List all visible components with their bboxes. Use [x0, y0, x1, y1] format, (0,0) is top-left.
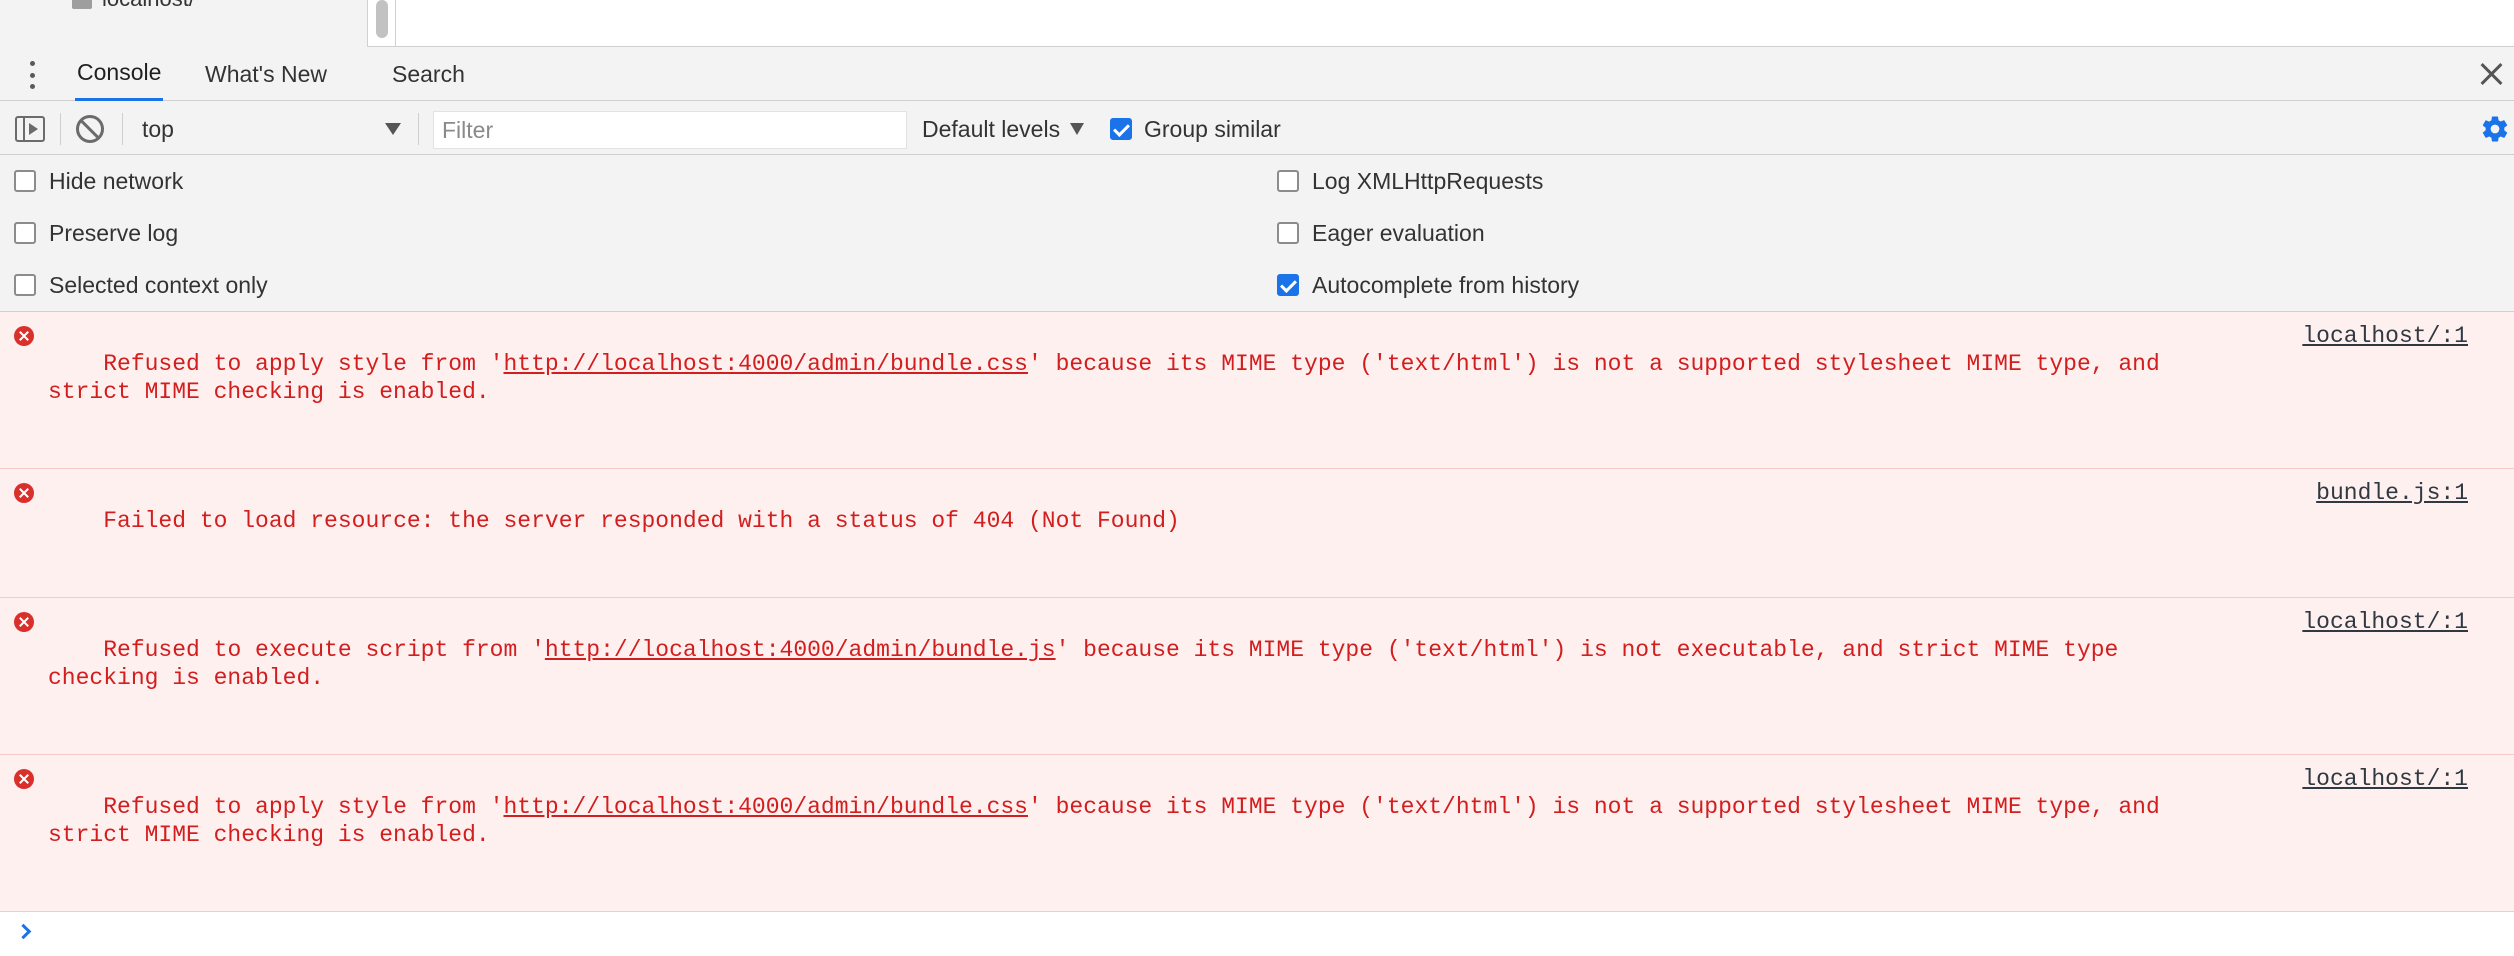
- tree-item[interactable]: localhost/: [72, 0, 195, 12]
- elements-panel-strip: localhost/: [0, 0, 2514, 47]
- console-message-error: Refused to apply style from 'http://loca…: [0, 312, 2514, 469]
- selected-context-label: Selected context only: [49, 271, 268, 298]
- console-input[interactable]: [48, 918, 2448, 950]
- console-message-error: Failed to load resource: the server resp…: [0, 469, 2514, 598]
- log-levels-dropdown[interactable]: Default levels: [922, 109, 1085, 149]
- message-source-link[interactable]: localhost/:1: [2302, 322, 2468, 350]
- hide-network-label: Hide network: [49, 167, 184, 194]
- log-xhr-option[interactable]: Log XMLHttpRequests: [1277, 163, 1543, 199]
- tab-console[interactable]: Console: [75, 47, 164, 101]
- tree-item-label: localhost/: [102, 0, 195, 12]
- message-text: Refused to execute script from ': [103, 637, 545, 663]
- toolbar-divider: [122, 113, 123, 145]
- filter-input[interactable]: [433, 111, 907, 149]
- preserve-log-checkbox[interactable]: [14, 222, 36, 244]
- hide-network-checkbox[interactable]: [14, 170, 36, 192]
- preserve-log-label: Preserve log: [49, 219, 179, 246]
- autocomplete-history-option[interactable]: Autocomplete from history: [1277, 267, 1579, 303]
- group-similar-toggle[interactable]: Group similar: [1110, 109, 1281, 149]
- message-text: Failed to load resource: the server resp…: [103, 508, 1180, 534]
- message-link[interactable]: http://localhost:4000/admin/bundle.css: [503, 351, 1028, 377]
- prompt-chevron-icon: [15, 923, 32, 940]
- toolbar-divider: [60, 113, 61, 145]
- tree-scrollbar[interactable]: [376, 0, 388, 38]
- console-settings-pane: Hide network Preserve log Selected conte…: [0, 155, 2514, 312]
- show-sidebar-icon[interactable]: [15, 116, 45, 142]
- console-toolbar: top Default levels Group similar: [0, 101, 2514, 155]
- pane-divider[interactable]: [395, 0, 396, 47]
- eager-evaluation-checkbox[interactable]: [1277, 222, 1299, 244]
- message-source-link[interactable]: bundle.js:1: [2316, 479, 2468, 507]
- selected-context-checkbox[interactable]: [14, 274, 36, 296]
- hide-network-option[interactable]: Hide network: [14, 163, 183, 199]
- group-similar-checkbox[interactable]: [1110, 118, 1132, 140]
- selected-context-option[interactable]: Selected context only: [14, 267, 268, 303]
- message-link[interactable]: http://localhost:4000/admin/bundle.css: [503, 794, 1028, 820]
- console-settings-gear-icon[interactable]: [2480, 114, 2510, 144]
- error-icon: [14, 483, 34, 503]
- console-message-error: Refused to apply style from 'http://loca…: [0, 755, 2514, 912]
- tab-whats-new[interactable]: What's New: [203, 47, 329, 101]
- preserve-log-option[interactable]: Preserve log: [14, 215, 178, 251]
- message-source-link[interactable]: localhost/:1: [2302, 765, 2468, 793]
- eager-evaluation-label: Eager evaluation: [1312, 219, 1485, 246]
- dom-tree-pane: localhost/: [0, 0, 368, 47]
- autocomplete-history-checkbox[interactable]: [1277, 274, 1299, 296]
- clear-console-icon[interactable]: [76, 115, 104, 143]
- autocomplete-history-label: Autocomplete from history: [1312, 271, 1580, 298]
- context-value: top: [142, 115, 174, 142]
- log-xhr-label: Log XMLHttpRequests: [1312, 167, 1544, 194]
- chevron-down-icon: [385, 123, 401, 135]
- eager-evaluation-option[interactable]: Eager evaluation: [1277, 215, 1485, 251]
- message-link[interactable]: http://localhost:4000/admin/bundle.js: [545, 637, 1056, 663]
- toolbar-divider: [418, 113, 419, 145]
- console-messages: Refused to apply style from 'http://loca…: [0, 312, 2514, 956]
- levels-label: Default levels: [922, 115, 1061, 142]
- console-prompt[interactable]: [0, 912, 2514, 956]
- console-message-error: Refused to execute script from 'http://l…: [0, 598, 2514, 755]
- message-text: Refused to apply style from ': [103, 794, 504, 820]
- error-icon: [14, 326, 34, 346]
- chevron-down-icon: [1070, 123, 1085, 135]
- context-selector[interactable]: top: [132, 109, 407, 149]
- group-similar-label: Group similar: [1144, 115, 1281, 142]
- folder-icon: [72, 0, 92, 9]
- drawer-tab-bar: Console What's New Search: [0, 47, 2514, 101]
- message-text: Refused to apply style from ': [103, 351, 504, 377]
- close-drawer-icon[interactable]: [2478, 60, 2506, 88]
- error-icon: [14, 612, 34, 632]
- error-icon: [14, 769, 34, 789]
- log-xhr-checkbox[interactable]: [1277, 170, 1299, 192]
- more-tools-icon[interactable]: [22, 61, 42, 89]
- tab-search[interactable]: Search: [390, 47, 467, 101]
